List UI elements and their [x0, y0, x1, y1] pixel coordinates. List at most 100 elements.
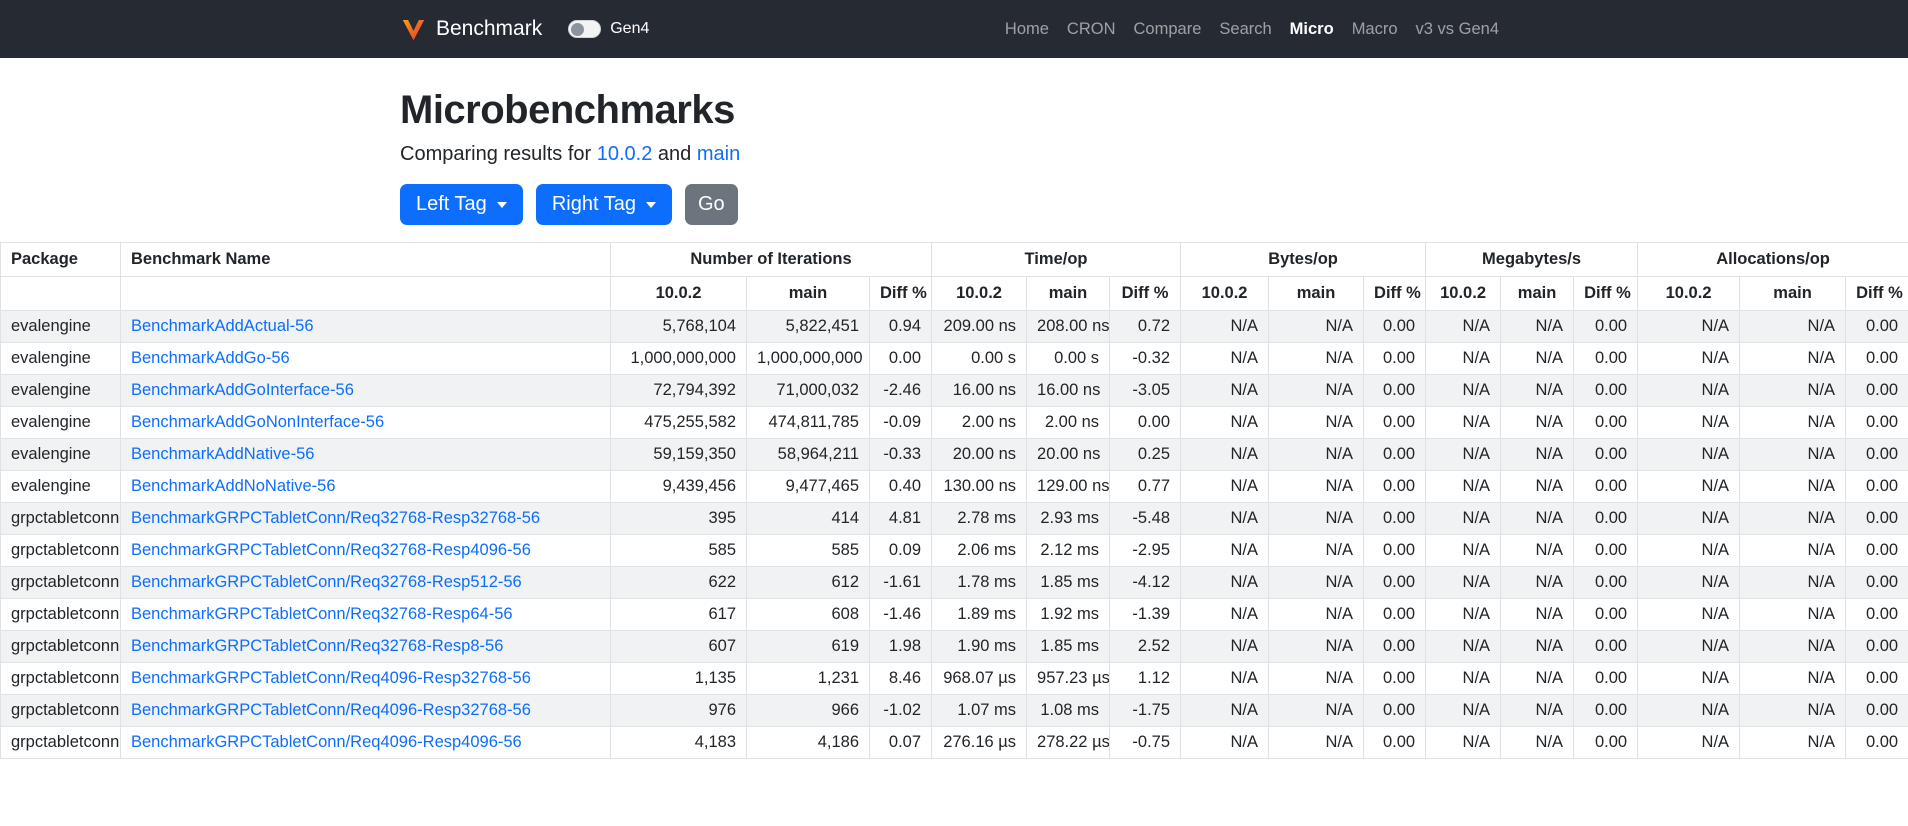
- iterations-diff-cell: -0.33: [868, 438, 933, 471]
- benchmark-link[interactable]: BenchmarkAddGo-56: [131, 349, 290, 367]
- allocations-diff-cell: 0.00: [1845, 566, 1908, 599]
- benchmark-link[interactable]: BenchmarkGRPCTabletConn/Req32768-Resp409…: [131, 541, 531, 559]
- time-right-cell: 957.23 µs: [1026, 662, 1111, 695]
- benchmark-link[interactable]: BenchmarkAddActual-56: [131, 317, 314, 335]
- time-diff-header: Diff %: [1109, 276, 1182, 311]
- iterations-right-cell: 585: [746, 534, 870, 567]
- benchmark-table: Package Benchmark Name Number of Iterati…: [0, 242, 1908, 759]
- megabytes-right-cell: N/A: [1500, 598, 1575, 631]
- megabytes-left-cell: N/A: [1425, 598, 1502, 631]
- megabytes-right-cell: N/A: [1500, 534, 1575, 567]
- nav-item-cron[interactable]: CRON: [1058, 12, 1125, 47]
- allocations-right-cell: N/A: [1739, 374, 1847, 407]
- left-tag-link[interactable]: 10.0.2: [597, 143, 653, 165]
- benchmark-link[interactable]: BenchmarkGRPCTabletConn/Req32768-Resp512…: [131, 573, 522, 591]
- nav-item-home[interactable]: Home: [996, 12, 1058, 47]
- time-right-cell: 1.08 ms: [1026, 694, 1111, 727]
- benchmark-link[interactable]: BenchmarkAddGoNonInterface-56: [131, 413, 384, 431]
- megabytes-right-cell: N/A: [1500, 438, 1575, 471]
- iterations-diff-cell: 1.98: [868, 630, 933, 663]
- bytes-right-cell: N/A: [1268, 374, 1365, 407]
- benchmark-name-cell: BenchmarkAddGoNonInterface-56: [120, 406, 611, 439]
- benchmark-link[interactable]: BenchmarkAddNative-56: [131, 445, 314, 463]
- time-left-cell: 2.78 ms: [931, 502, 1028, 535]
- bytes-diff-cell: 0.00: [1363, 406, 1427, 439]
- nav-item-micro[interactable]: Micro: [1281, 12, 1343, 47]
- time-diff-cell: -2.95: [1109, 534, 1182, 567]
- time-left-cell: 20.00 ns: [931, 438, 1028, 471]
- table-row: grpctabletconn BenchmarkGRPCTabletConn/Re…: [0, 726, 1908, 759]
- nav-links: Home CRON Compare Search Micro Macro v3 …: [996, 12, 1508, 47]
- package-cell: grpctabletconn: [0, 662, 121, 695]
- time-left-cell: 968.07 µs: [931, 662, 1028, 695]
- nav-item-compare[interactable]: Compare: [1125, 12, 1211, 47]
- benchmark-name-cell: BenchmarkAddNative-56: [120, 438, 611, 471]
- gen4-toggle[interactable]: [568, 20, 602, 38]
- bytes-right-cell: N/A: [1268, 662, 1365, 695]
- benchmark-link[interactable]: BenchmarkGRPCTabletConn/Req4096-Resp3276…: [131, 669, 531, 687]
- allocations-diff-cell: 0.00: [1845, 726, 1908, 759]
- package-cell: evalengine: [0, 374, 121, 407]
- table-row: evalengine BenchmarkAddNoNative-56 9,439,4…: [0, 470, 1908, 503]
- iterations-right-cell: 9,477,465: [746, 470, 870, 503]
- iterations-diff-cell: -1.02: [868, 694, 933, 727]
- table-row: grpctabletconn BenchmarkGRPCTabletConn/Re…: [0, 662, 1908, 695]
- megabytes-left-cell: N/A: [1425, 566, 1502, 599]
- benchmark-link[interactable]: BenchmarkGRPCTabletConn/Req32768-Resp8-5…: [131, 637, 503, 655]
- megabytes-group-header: Megabytes/s: [1425, 242, 1639, 277]
- bytes-diff-cell: 0.00: [1363, 438, 1427, 471]
- table-row: grpctabletconn BenchmarkGRPCTabletConn/Re…: [0, 566, 1908, 599]
- left-tag-dropdown[interactable]: Left Tag: [400, 184, 523, 225]
- benchmark-link[interactable]: BenchmarkAddGoInterface-56: [131, 381, 354, 399]
- table-row: grpctabletconn BenchmarkGRPCTabletConn/Re…: [0, 598, 1908, 631]
- iterations-left-cell: 4,183: [610, 726, 747, 759]
- bytes-diff-header: Diff %: [1363, 276, 1427, 311]
- brand-link[interactable]: Benchmark: [400, 16, 542, 43]
- tag-controls: Left Tag Right Tag Go: [400, 184, 1508, 225]
- nav-item-macro[interactable]: Macro: [1343, 12, 1407, 47]
- bytes-diff-cell: 0.00: [1363, 662, 1427, 695]
- bytes-left-cell: N/A: [1180, 502, 1270, 535]
- iterations-right-cell: 608: [746, 598, 870, 631]
- allocations-diff-cell: 0.00: [1845, 470, 1908, 503]
- nav-item-search[interactable]: Search: [1210, 12, 1280, 47]
- right-tag-dropdown[interactable]: Right Tag: [535, 184, 672, 225]
- benchmark-link[interactable]: BenchmarkGRPCTabletConn/Req32768-Resp327…: [131, 509, 540, 527]
- iterations-right-cell: 474,811,785: [746, 406, 870, 439]
- allocations-diff-cell: 0.00: [1845, 342, 1908, 375]
- time-left-cell: 209.00 ns: [931, 310, 1028, 343]
- navbar-container: Benchmark Gen4 Home CRON Compare Search …: [384, 12, 1524, 47]
- megabytes-left-cell: N/A: [1425, 662, 1502, 695]
- right-tag-link[interactable]: main: [697, 143, 740, 165]
- benchmark-link[interactable]: BenchmarkGRPCTabletConn/Req32768-Resp64-…: [131, 605, 513, 623]
- bytes-right-cell: N/A: [1268, 694, 1365, 727]
- nav-item-v3-vs-gen4[interactable]: v3 vs Gen4: [1407, 12, 1508, 47]
- go-button[interactable]: Go: [684, 184, 738, 225]
- iterations-left-cell: 475,255,582: [610, 406, 747, 439]
- benchmark-link[interactable]: BenchmarkGRPCTabletConn/Req4096-Resp4096…: [131, 733, 522, 751]
- allocations-right-cell: N/A: [1739, 502, 1847, 535]
- iterations-diff-cell: 0.94: [868, 310, 933, 343]
- bytes-left-cell: N/A: [1180, 534, 1270, 567]
- iterations-right-cell: 71,000,032: [746, 374, 870, 407]
- table-row: evalengine BenchmarkAddActual-56 5,768,104…: [0, 310, 1908, 343]
- iterations-diff-cell: 0.09: [868, 534, 933, 567]
- subtitle: Comparing results for 10.0.2 and main: [400, 143, 1508, 166]
- empty-header-cell: [120, 276, 611, 311]
- iterations-diff-header: Diff %: [868, 276, 933, 311]
- iterations-left-cell: 59,159,350: [610, 438, 747, 471]
- allocations-left-cell: N/A: [1637, 438, 1741, 471]
- benchmark-link[interactable]: BenchmarkAddNoNative-56: [131, 477, 336, 495]
- allocations-left-cell: N/A: [1637, 566, 1741, 599]
- time-right-header: main: [1026, 276, 1111, 311]
- allocations-right-cell: N/A: [1739, 662, 1847, 695]
- time-right-cell: 129.00 ns: [1026, 470, 1111, 503]
- benchmark-name-cell: BenchmarkGRPCTabletConn/Req32768-Resp327…: [120, 502, 611, 535]
- allocations-diff-cell: 0.00: [1845, 630, 1908, 663]
- benchmark-link[interactable]: BenchmarkGRPCTabletConn/Req4096-Resp3276…: [131, 701, 531, 719]
- bytes-diff-cell: 0.00: [1363, 694, 1427, 727]
- time-right-cell: 2.93 ms: [1026, 502, 1111, 535]
- megabytes-diff-cell: 0.00: [1573, 502, 1639, 535]
- iterations-left-cell: 72,794,392: [610, 374, 747, 407]
- megabytes-left-cell: N/A: [1425, 534, 1502, 567]
